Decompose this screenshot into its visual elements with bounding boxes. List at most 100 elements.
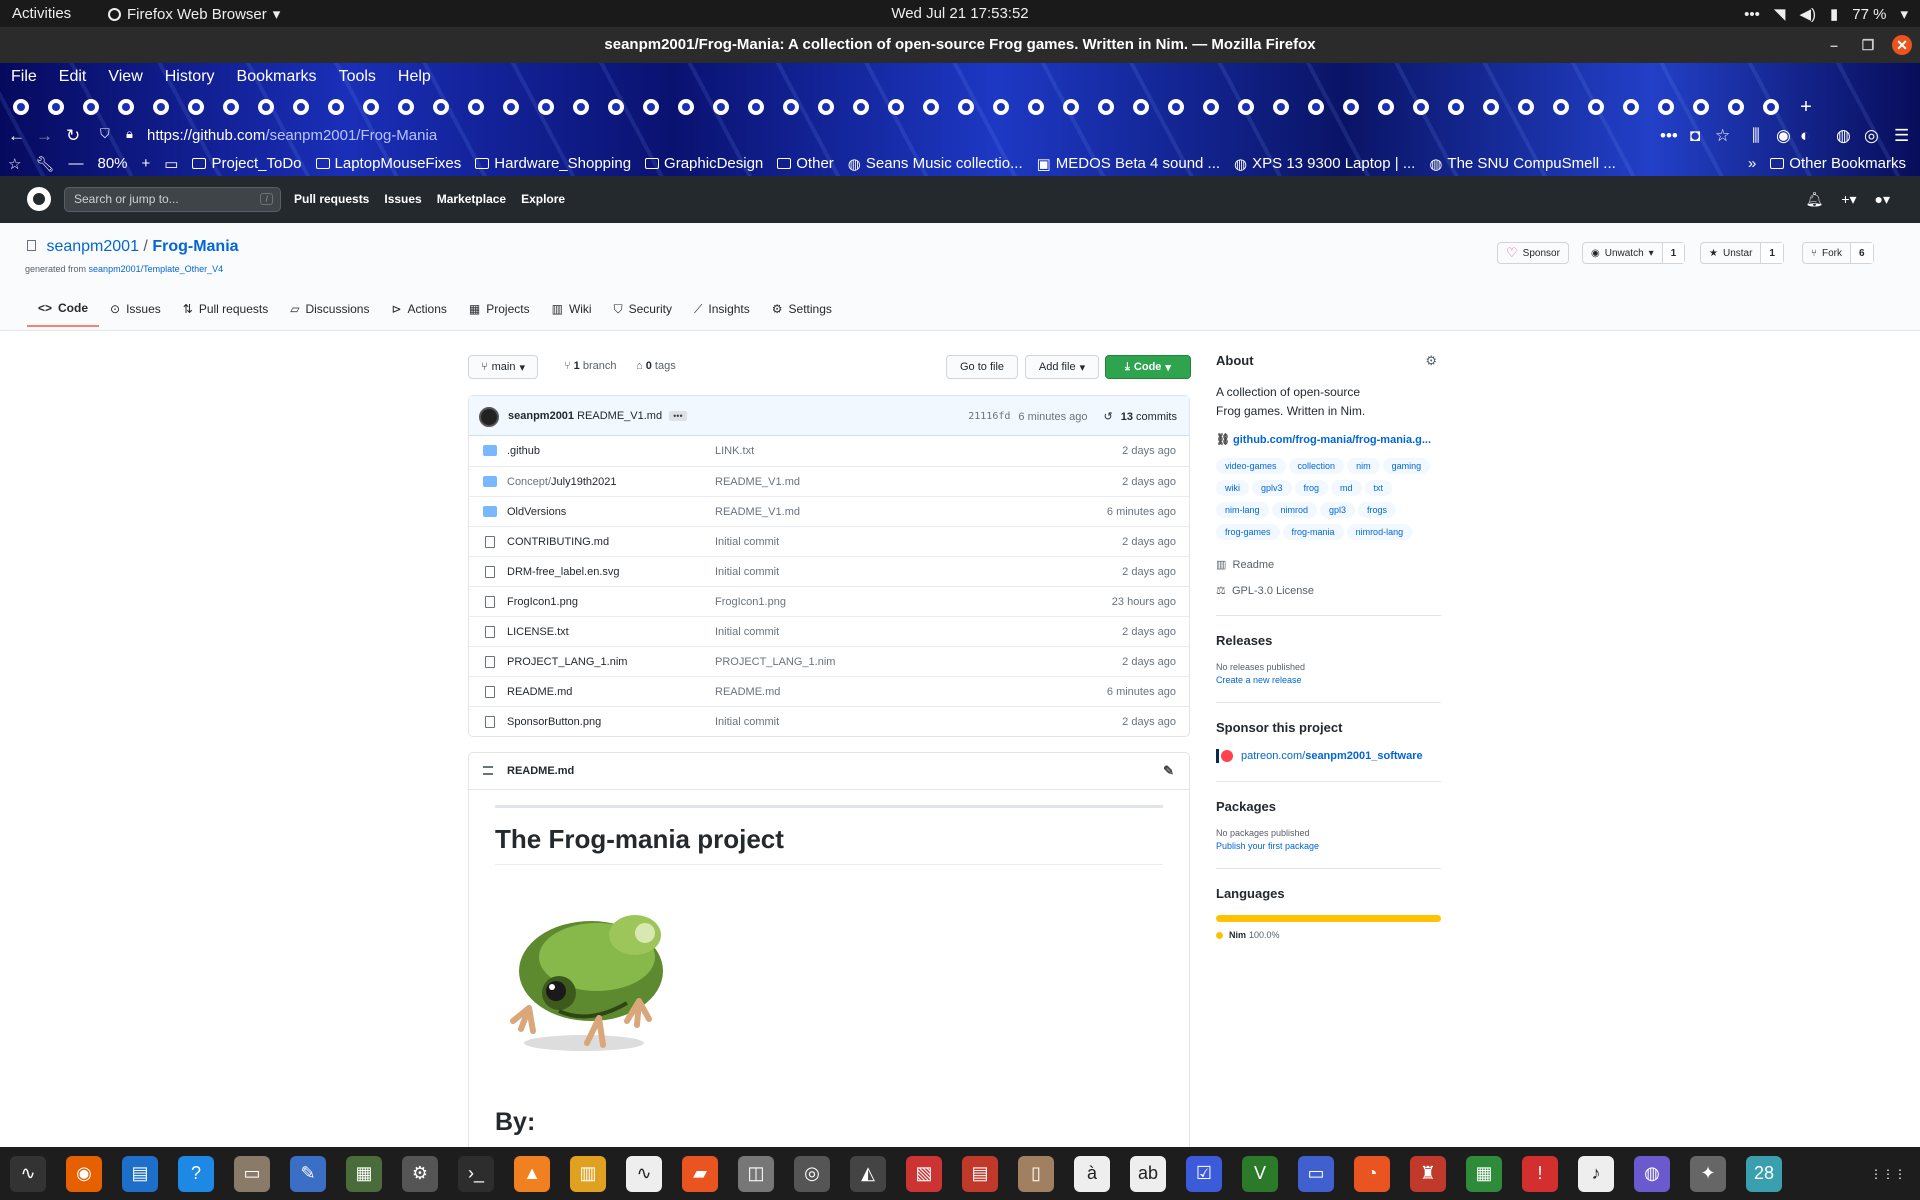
table-row[interactable]: OldVersions README_V1.md 6 minutes ago	[469, 496, 1189, 526]
tab-favicon-icon[interactable]	[1023, 94, 1049, 120]
star-count[interactable]: 1	[1760, 243, 1783, 263]
tab-favicon-icon[interactable]	[498, 94, 524, 120]
help-icon[interactable]: ?	[178, 1155, 214, 1192]
new-window-icon[interactable]: ▭	[164, 155, 178, 173]
topic-tag[interactable]: nim-lang	[1216, 502, 1269, 518]
table-row[interactable]: .github LINK.txt 2 days ago	[469, 436, 1189, 466]
sponsor-button[interactable]: ♡ Sponsor	[1497, 242, 1569, 264]
star-icon[interactable]: ☆	[1715, 126, 1730, 146]
tab-favicon-icon[interactable]	[708, 94, 734, 120]
topic-tag[interactable]: md	[1331, 480, 1362, 496]
tasks-icon[interactable]: ☑	[1186, 1155, 1222, 1192]
tab-favicon-icon[interactable]	[1723, 94, 1749, 120]
readme-link[interactable]: ▥ Readme	[1216, 558, 1441, 571]
gimp-icon[interactable]: ✦	[1690, 1155, 1726, 1192]
tab-favicon-icon[interactable]	[1338, 94, 1364, 120]
github-logo-icon[interactable]	[27, 187, 51, 211]
firefox-icon[interactable]: ◉	[66, 1155, 102, 1192]
bookmark-item[interactable]: ◍ The SNU CompuSmell ...	[1429, 155, 1615, 173]
library-icon[interactable]: ⫼	[1752, 126, 1760, 146]
bookmark-item[interactable]: ◍ Seans Music collectio...	[848, 155, 1023, 173]
tab-projects[interactable]: ▦ Projects	[458, 297, 541, 327]
fork-count[interactable]: 6	[1850, 243, 1873, 263]
clock[interactable]: Wed Jul 21 17:53:52	[0, 5, 1920, 22]
create-release-link[interactable]: Create a new release	[1216, 675, 1441, 685]
tab-favicon-icon[interactable]	[78, 94, 104, 120]
tab-favicon-icon[interactable]	[743, 94, 769, 120]
author-avatar[interactable]	[479, 407, 499, 427]
system-monitor-icon[interactable]: ∿	[10, 1155, 46, 1192]
tab-favicon-icon[interactable]	[8, 94, 34, 120]
char-map-icon[interactable]: à	[1074, 1155, 1110, 1192]
commit-message[interactable]: README_V1.md	[577, 410, 662, 422]
music-icon[interactable]: ♪	[1578, 1155, 1614, 1192]
tab-favicon-icon[interactable]	[1163, 94, 1189, 120]
sheet-icon[interactable]: ▦	[1466, 1155, 1502, 1192]
file-name[interactable]: FrogIcon1.png	[507, 596, 578, 608]
template-link[interactable]: seanpm2001/Template_Other_V4	[89, 264, 224, 274]
tab-favicon-icon[interactable]	[323, 94, 349, 120]
tab-favicon-icon[interactable]	[813, 94, 839, 120]
topic-tag[interactable]: nimrod	[1271, 502, 1318, 518]
font-icon[interactable]: ab	[1130, 1155, 1166, 1192]
lock-icon[interactable]: 🔒︎	[126, 126, 133, 142]
table-row[interactable]: README.md README.md 6 minutes ago	[469, 676, 1189, 706]
notifications-bell-icon[interactable]: 🔔︎	[1806, 191, 1824, 208]
calc-icon[interactable]: ▥	[570, 1155, 606, 1192]
language-item[interactable]: Nim 100.0%	[1216, 930, 1441, 940]
text-editor-icon[interactable]: ✎	[290, 1155, 326, 1192]
tab-favicon-icon[interactable]	[568, 94, 594, 120]
menu-tools[interactable]: Tools	[328, 63, 387, 91]
go-to-file-button[interactable]: Go to file	[946, 355, 1018, 379]
tab-security[interactable]: ⛉ Security	[603, 297, 683, 327]
menu-edit[interactable]: Edit	[48, 63, 98, 91]
disk-icon[interactable]: ◎	[794, 1155, 830, 1192]
terminal-icon[interactable]: ›_	[458, 1155, 494, 1192]
code-button[interactable]: ⤓ Code ▾	[1105, 355, 1191, 379]
reload-icon[interactable]: ↻	[66, 126, 80, 146]
table-row[interactable]: SponsorButton.png Initial commit 2 days ag…	[469, 706, 1189, 736]
topic-tag[interactable]: gplv3	[1252, 480, 1292, 496]
topic-tag[interactable]: video-games	[1216, 458, 1286, 474]
tab-favicon-icon[interactable]	[988, 94, 1014, 120]
table-row[interactable]: Concept/July19th2021 README_V1.md 2 days a…	[469, 466, 1189, 496]
topic-tag[interactable]: nimrod-lang	[1346, 524, 1413, 540]
repo-name-link[interactable]: Frog-Mania	[152, 238, 238, 255]
tab-discussions[interactable]: ▱ Discussions	[279, 297, 380, 327]
zoom-in-icon[interactable]: +	[142, 155, 151, 172]
nav-explore[interactable]: Explore	[521, 192, 565, 206]
tab-favicon-icon[interactable]	[1233, 94, 1259, 120]
table-row[interactable]: PROJECT_LANG_1.nim PROJECT_LANG_1.nim 2 da…	[469, 646, 1189, 676]
topic-tag[interactable]: txt	[1364, 480, 1393, 496]
tab-favicon-icon[interactable]	[218, 94, 244, 120]
tab-favicon-icon[interactable]	[1058, 94, 1084, 120]
files-icon[interactable]: ▭	[234, 1155, 270, 1192]
file-name[interactable]: CONTRIBUTING.md	[507, 536, 609, 548]
releases-title[interactable]: Releases	[1216, 633, 1441, 648]
tab-favicon-icon[interactable]	[358, 94, 384, 120]
topic-tag[interactable]: frog-games	[1216, 524, 1280, 540]
vlc-icon[interactable]: ▲	[514, 1155, 550, 1192]
tab-favicon-icon[interactable]	[463, 94, 489, 120]
settings-icon[interactable]: ⚙	[402, 1155, 438, 1192]
topic-tag[interactable]: frog-mania	[1282, 524, 1344, 540]
file-name[interactable]: OldVersions	[507, 506, 566, 518]
tab-favicon-icon[interactable]	[1688, 94, 1714, 120]
gear-icon[interactable]: ⚙	[1425, 353, 1437, 369]
shield-icon[interactable]: ⛉	[100, 126, 110, 142]
file-name[interactable]: PROJECT_LANG_1.nim	[507, 656, 627, 668]
draw-icon[interactable]: ▧	[906, 1155, 942, 1192]
new-tab-icon[interactable]: +	[1793, 94, 1819, 120]
branch-select[interactable]: ⑂ main ▾	[468, 355, 538, 379]
tab-favicon-icon[interactable]	[1093, 94, 1119, 120]
show-apps-icon[interactable]: ⋮⋮⋮	[1870, 1156, 1906, 1192]
activities-button[interactable]: Activities	[12, 5, 71, 22]
topic-tag[interactable]: gaming	[1382, 458, 1431, 474]
tab-settings[interactable]: ⚙ Settings	[761, 297, 843, 327]
tab-favicon-icon[interactable]	[1408, 94, 1434, 120]
tab-wiki[interactable]: ▥ Wiki	[541, 297, 603, 327]
file-commit-message[interactable]: README.md	[715, 686, 780, 698]
vim-icon[interactable]: V	[1242, 1155, 1278, 1192]
menu-bookmarks[interactable]: Bookmarks	[226, 63, 328, 91]
watch-button[interactable]: ◉ Unwatch ▾ 1	[1582, 242, 1686, 264]
